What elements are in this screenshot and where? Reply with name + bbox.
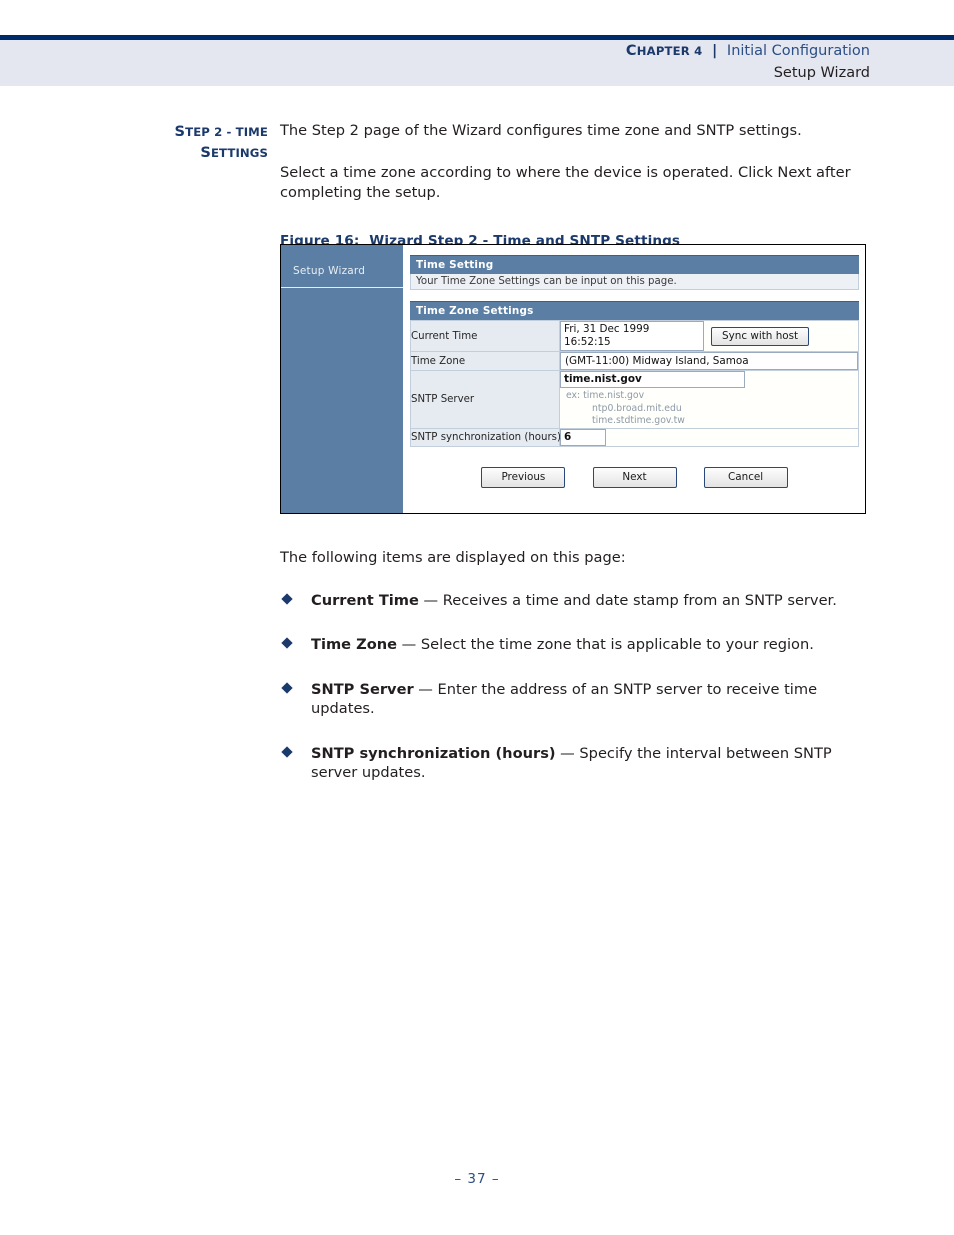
header-separator: | [712, 43, 718, 59]
header-chapter-line: CHAPTER 4 | Initial Configuration [626, 42, 870, 62]
time-zone-settings-table: Current Time Fri, 31 Dec 1999 16:52:15 Sy… [410, 320, 859, 447]
figure-wizard-step2-screenshot: Setup Wizard Time Setting Your Time Zone… [280, 244, 866, 514]
sntp-synchronization-input[interactable]: 6 [560, 428, 606, 446]
header-section-title: Setup Wizard [773, 64, 870, 81]
sntp-server-hint: ex: time.nist.gov ntp0.broad.mit.edu tim… [560, 390, 858, 428]
bullet-term: Current Time [311, 592, 419, 609]
bullet-dash: — [555, 744, 580, 762]
value-cell-sntp-sync: 6 [559, 427, 859, 447]
section-header-time-zone-settings: Time Zone Settings [410, 301, 859, 320]
time-zone-select[interactable]: (GMT-11:00) Midway Island, Samoa [560, 352, 858, 370]
diamond-bullet-icon [281, 593, 293, 605]
bullet-dash: — [413, 680, 438, 698]
list-item: SNTP Server — Enter the address of an SN… [280, 680, 880, 719]
sidebar-item-setup-wizard[interactable]: Setup Wizard [281, 245, 403, 288]
margin-heading-line1: STEP 2 - TIME [86, 122, 268, 143]
previous-button[interactable]: Previous [481, 466, 566, 488]
next-button[interactable]: Next [592, 466, 677, 488]
margin-heading: STEP 2 - TIME SETTINGS [86, 122, 268, 163]
label-sntp-synchronization: SNTP synchronization (hours) [410, 427, 561, 447]
sntp-hint-line-1: ex: time.nist.gov [566, 390, 645, 401]
sntp-server-input[interactable]: time.nist.gov [560, 371, 745, 388]
diamond-bullet-icon [281, 682, 293, 694]
label-current-time: Current Time [410, 320, 560, 352]
bullet-dash: — [397, 636, 421, 654]
margin-heading-initial-1: S [174, 123, 186, 140]
bullet-dash: — [418, 592, 443, 609]
app-main-content: Time Setting Your Time Zone Settings can… [403, 245, 865, 513]
items-bullet-list: Current Time — Receives a time and date … [280, 591, 880, 782]
chapter-label-initial: C [625, 43, 637, 59]
label-time-zone: Time Zone [410, 351, 560, 371]
table-row-sntp-server: SNTP Server time.nist.gov ex: time.nist.… [410, 370, 859, 429]
section-description-time-setting: Your Time Zone Settings can be input on … [410, 274, 859, 290]
bullet-term: SNTP synchronization (hours) [311, 744, 556, 762]
chapter-label: CHAPTER 4 [626, 43, 702, 59]
lower-body-column: The following items are displayed on thi… [280, 549, 880, 782]
table-row-current-time: Current Time Fri, 31 Dec 1999 16:52:15 Sy… [410, 320, 859, 352]
chapter-label-rest: HAPTER 4 [636, 44, 703, 58]
cancel-button[interactable]: Cancel [703, 466, 788, 488]
sync-with-host-button[interactable]: Sync with host [711, 326, 810, 346]
value-cell-time-zone: (GMT-11:00) Midway Island, Samoa [559, 351, 859, 371]
margin-heading-tail-1: IME [243, 125, 268, 139]
margin-heading-line2: SETTINGS [86, 143, 268, 164]
table-row-sntp-sync: SNTP synchronization (hours) 6 [410, 427, 859, 447]
list-item: Time Zone — Select the time zone that is… [280, 635, 880, 654]
page-running-header: CHAPTER 4 | Initial Configuration Setup … [0, 0, 954, 87]
paragraph-2: Select a time zone according to where th… [280, 164, 851, 201]
diamond-bullet-icon [281, 745, 293, 758]
body-column: The Step 2 page of the Wizard configures… [280, 121, 880, 249]
sntp-hint-line-3: time.stdtime.gov.tw [592, 415, 685, 427]
value-cell-sntp-server: time.nist.gov ex: time.nist.gov ntp0.bro… [559, 370, 859, 429]
page-number: – 37 – [454, 1171, 500, 1187]
diamond-bullet-icon [281, 637, 293, 650]
section-header-time-setting: Time Setting [410, 255, 859, 274]
bullet-text: Select the time zone that is applicable … [420, 636, 814, 654]
paragraph-1: The Step 2 page of the Wizard configures… [280, 122, 802, 139]
bullet-term: SNTP Server [311, 680, 414, 698]
header-chapter-title: Initial Configuration [726, 43, 870, 59]
current-time-field[interactable]: Fri, 31 Dec 1999 16:52:15 [560, 321, 704, 351]
bullet-text: Receives a time and date stamp from an S… [442, 592, 837, 609]
list-item: SNTP synchronization (hours) — Specify t… [280, 744, 880, 783]
value-cell-current-time: Fri, 31 Dec 1999 16:52:15 Sync with host [559, 320, 859, 352]
label-sntp-server: SNTP Server [410, 370, 560, 429]
table-row-time-zone: Time Zone (GMT-11:00) Midway Island, Sam… [410, 351, 859, 371]
page-footer: – 37 – [0, 1171, 954, 1187]
wizard-button-row: Previous Next Cancel [410, 447, 859, 488]
margin-heading-rest-1: TEP 2 - T [185, 125, 244, 139]
app-sidebar: Setup Wizard [281, 245, 403, 513]
sntp-hint-line-2: ntp0.broad.mit.edu [592, 402, 682, 414]
margin-heading-initial-2: S [200, 143, 211, 161]
items-intro-line: The following items are displayed on thi… [280, 549, 626, 566]
list-item: Current Time — Receives a time and date … [280, 591, 880, 610]
margin-heading-rest-2: ETTINGS [210, 145, 268, 160]
header-text-block: CHAPTER 4 | Initial Configuration Setup … [626, 42, 870, 83]
bullet-term: Time Zone [311, 636, 398, 654]
